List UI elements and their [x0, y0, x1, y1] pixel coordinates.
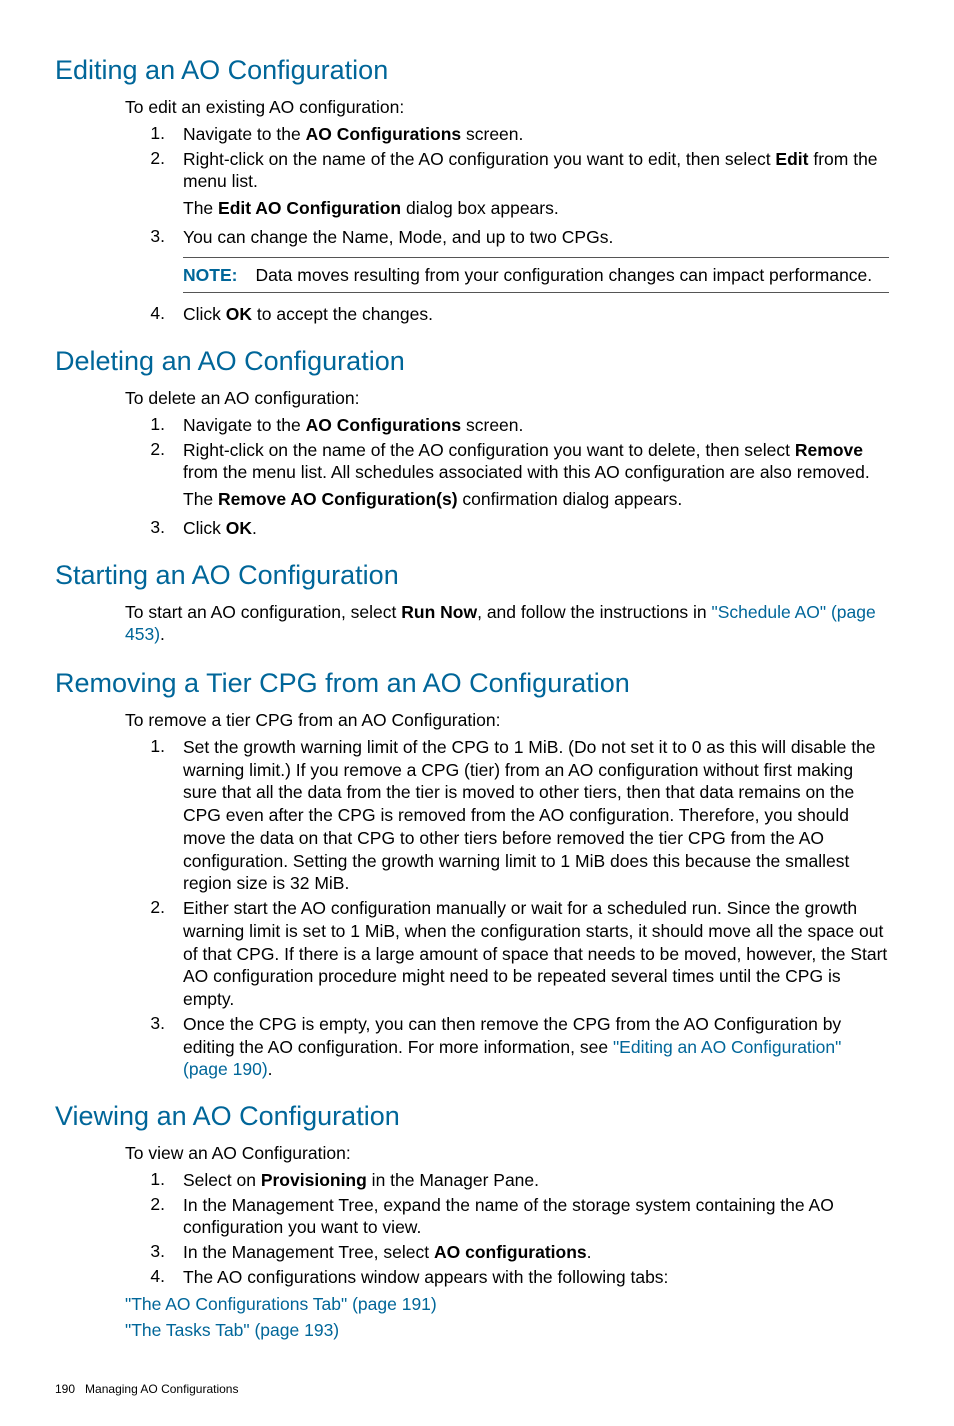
removing-step-2: 2. Either start the AO configuration man… — [125, 897, 889, 1011]
deleting-step-3: 3. Click OK. — [125, 517, 889, 540]
heading-deleting: Deleting an AO Configuration — [55, 346, 899, 377]
heading-editing: Editing an AO Configuration — [55, 55, 899, 86]
heading-viewing: Viewing an AO Configuration — [55, 1101, 899, 1132]
link-tasks-tab[interactable]: "The Tasks Tab" (page 193) — [125, 1320, 339, 1340]
editing-step-4: 4. Click OK to accept the changes. — [125, 303, 889, 326]
page-number: 190 — [55, 1382, 75, 1396]
removing-intro: To remove a tier CPG from an AO Configur… — [125, 709, 889, 732]
viewing-intro: To view an AO Configuration: — [125, 1142, 889, 1165]
deleting-step-1: 1. Navigate to the AO Configurations scr… — [125, 414, 889, 437]
note-box: NOTE: Data moves resulting from your conf… — [183, 257, 889, 294]
editing-step-1: 1. Navigate to the AO Configurations scr… — [125, 123, 889, 146]
viewing-step-4: 4. The AO configurations window appears … — [125, 1266, 889, 1289]
deleting-step-2: 2. Right-click on the name of the AO con… — [125, 439, 889, 515]
chapter-title: Managing AO Configurations — [85, 1382, 238, 1396]
note-text: Data moves resulting from your configura… — [255, 265, 872, 285]
viewing-step-2: 2. In the Management Tree, expand the na… — [125, 1194, 889, 1240]
link-ao-configurations-tab[interactable]: "The AO Configurations Tab" (page 191) — [125, 1294, 437, 1314]
deleting-intro: To delete an AO configuration: — [125, 387, 889, 410]
editing-step-2: 2. Right-click on the name of the AO con… — [125, 148, 889, 224]
note-label: NOTE: — [183, 265, 237, 285]
editing-step-3: 3. You can change the Name, Mode, and up… — [125, 226, 889, 302]
removing-step-3: 3. Once the CPG is empty, you can then r… — [125, 1013, 889, 1081]
page-footer: 190 Managing AO Configurations — [55, 1382, 899, 1396]
viewing-step-1: 1. Select on Provisioning in the Manager… — [125, 1169, 889, 1192]
removing-step-1: 1. Set the growth warning limit of the C… — [125, 736, 889, 895]
starting-para: To start an AO configuration, select Run… — [125, 601, 889, 647]
heading-starting: Starting an AO Configuration — [55, 560, 899, 591]
editing-intro: To edit an existing AO configuration: — [125, 96, 889, 119]
heading-removing: Removing a Tier CPG from an AO Configura… — [55, 668, 899, 699]
viewing-step-3: 3. In the Management Tree, select AO con… — [125, 1241, 889, 1264]
